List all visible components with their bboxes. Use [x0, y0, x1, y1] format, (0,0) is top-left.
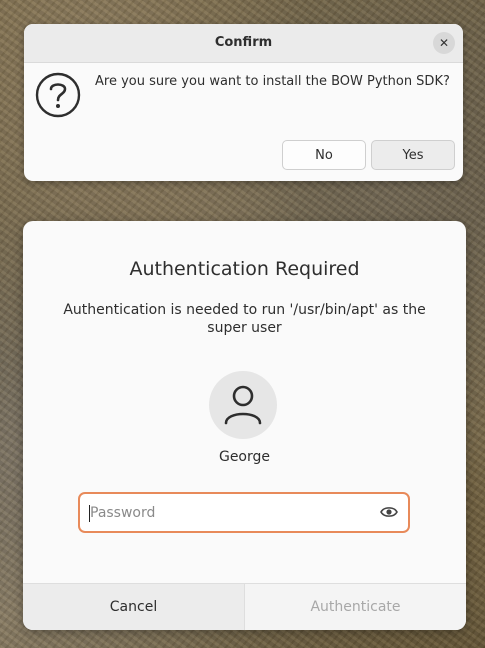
authentication-dialog: Authentication Required Authentication i… — [23, 221, 466, 630]
confirm-dialog: Confirm ✕ Are you sure you want to insta… — [24, 24, 463, 181]
question-icon — [35, 72, 81, 118]
close-icon[interactable]: ✕ — [433, 32, 455, 54]
username-label: George — [218, 449, 271, 465]
password-field[interactable]: Password — [78, 492, 410, 533]
text-caret — [89, 505, 90, 522]
yes-button[interactable]: Yes — [371, 140, 455, 170]
cancel-button[interactable]: Cancel — [23, 584, 245, 630]
user-icon — [224, 385, 262, 425]
confirm-title: Confirm — [214, 35, 273, 50]
confirm-message: Are you sure you want to install the BOW… — [95, 74, 450, 89]
password-placeholder: Password — [90, 505, 156, 521]
authenticate-button[interactable]: Authenticate — [245, 584, 466, 630]
auth-title: Authentication Required — [129, 258, 360, 280]
avatar — [209, 371, 277, 439]
auth-message: Authentication is needed to run '/usr/bi… — [63, 302, 426, 336]
eye-icon[interactable] — [380, 505, 398, 519]
confirm-header: Confirm ✕ — [24, 24, 463, 63]
no-button[interactable]: No — [282, 140, 366, 170]
auth-footer: Cancel Authenticate — [23, 583, 466, 630]
